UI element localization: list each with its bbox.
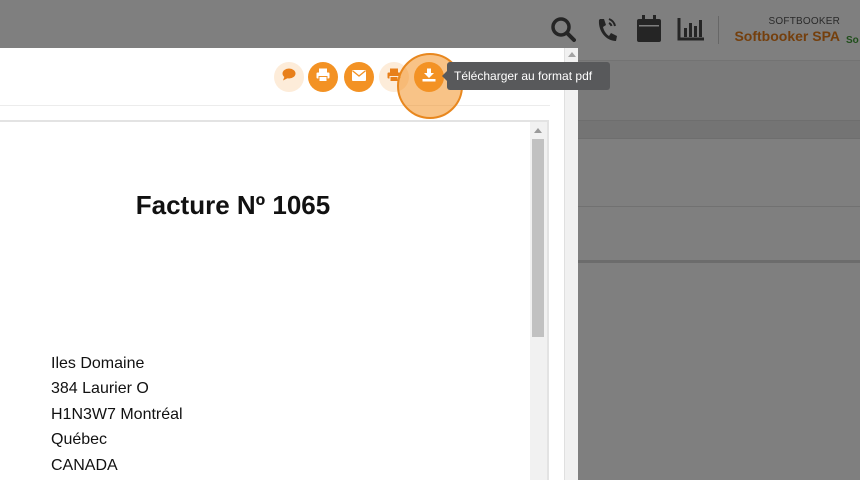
email-button[interactable] <box>344 62 374 92</box>
scrollbar-thumb[interactable] <box>532 139 544 337</box>
print-icon <box>316 68 330 87</box>
envelope-icon <box>352 68 366 86</box>
modal-scrollbar[interactable] <box>564 48 578 480</box>
download-pdf-button[interactable] <box>414 62 444 92</box>
address-line: CANADA <box>51 456 118 474</box>
invoice-title: Facture Nº 1065 <box>135 190 331 220</box>
print-button[interactable] <box>308 62 338 92</box>
address-line: H1N3W7 Montréal <box>51 405 183 423</box>
scroll-up-arrow-icon[interactable] <box>534 128 542 133</box>
customer-address: Iles Domaine 384 Laurier O H1N3W7 Montré… <box>51 351 183 478</box>
invoice-modal: Facture Nº 1065 Iles Domaine 384 Laurier… <box>0 48 564 480</box>
invoice-preview[interactable]: Facture Nº 1065 Iles Domaine 384 Laurier… <box>0 120 549 480</box>
address-line: Québec <box>51 431 108 449</box>
preview-scrollbar[interactable] <box>530 122 547 480</box>
comment-button[interactable] <box>274 62 304 92</box>
tooltip-caret <box>442 71 447 81</box>
scroll-up-arrow-icon[interactable] <box>568 52 576 57</box>
download-tooltip: Télécharger au format pdf <box>442 62 610 90</box>
download-icon <box>422 68 436 87</box>
address-line: 384 Laurier O <box>51 380 149 398</box>
toolbar-divider <box>0 105 550 106</box>
comment-icon <box>282 68 296 86</box>
address-line: Iles Domaine <box>51 355 145 372</box>
tooltip-text: Télécharger au format pdf <box>454 69 593 83</box>
